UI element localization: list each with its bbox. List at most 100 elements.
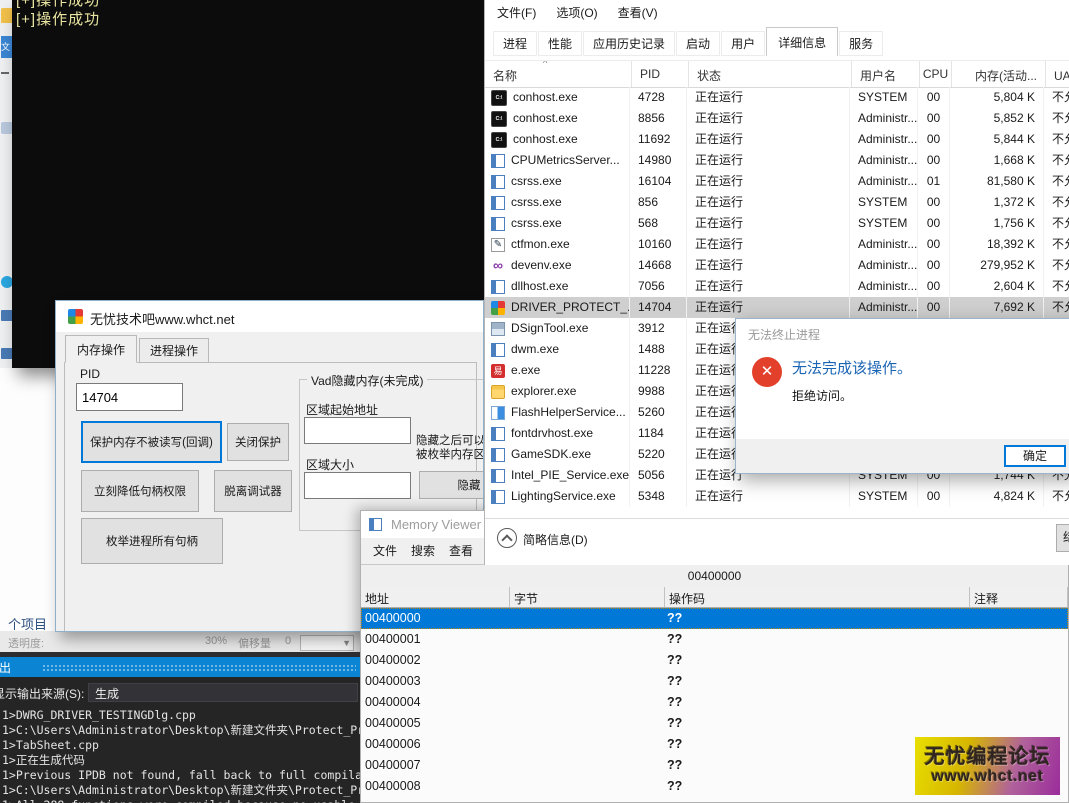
memory-row[interactable]: 00400005??	[361, 713, 1068, 734]
process-pid: 5220	[630, 444, 687, 465]
collapse-details-label[interactable]: 简略信息(D)	[523, 531, 588, 548]
memory-address: 00400001	[361, 629, 509, 650]
memory-opcode: ??	[663, 713, 967, 734]
detach-debugger-button[interactable]: 脱离调试器	[214, 470, 292, 512]
process-row[interactable]: C:\conhost.exe4728正在运行SYSTEM005,804 K不允许	[485, 87, 1069, 108]
offset-dropdown[interactable]: ▼	[300, 635, 354, 651]
window-icon	[491, 490, 505, 504]
column-header[interactable]: CPU	[920, 61, 952, 87]
tab-应用历史记录[interactable]: 应用历史记录	[583, 31, 675, 56]
ok-button[interactable]: 确定	[1004, 445, 1066, 467]
opacity-value: 30%	[205, 635, 227, 647]
region-start-input[interactable]	[304, 417, 411, 444]
memory-comment	[967, 629, 1068, 650]
memory-row[interactable]: 00400003??	[361, 671, 1068, 692]
memory-row[interactable]: 00400004??	[361, 692, 1068, 713]
process-uac: 不允许	[1044, 108, 1069, 129]
memory-address: 00400006	[361, 734, 509, 755]
protect-memory-button[interactable]: 保护内存不被读写(回调)	[81, 421, 222, 463]
enum-handles-button[interactable]: 枚举进程所有句柄	[81, 518, 223, 564]
close-protect-button[interactable]: 关闭保护	[227, 423, 289, 461]
process-row[interactable]: dllhost.exe7056正在运行Administr...002,604 K…	[485, 276, 1069, 297]
tab-内存操作[interactable]: 内存操作	[65, 335, 137, 363]
process-row[interactable]: csrss.exe16104正在运行Administr...0181,580 K…	[485, 171, 1069, 192]
console-icon: C:\	[491, 111, 507, 127]
column-header[interactable]: 操作码	[665, 587, 970, 607]
process-user: Administr...	[850, 171, 918, 192]
window-icon	[491, 217, 505, 231]
hide-note-line2: 被枚举内存区	[416, 446, 484, 462]
process-user: Administr...	[850, 276, 918, 297]
process-user: SYSTEM	[850, 486, 918, 507]
process-row[interactable]: csrss.exe856正在运行SYSTEM001,372 K不允许	[485, 192, 1069, 213]
offset-value: 0	[285, 635, 291, 647]
process-uac: 不允许	[1044, 255, 1069, 276]
column-header[interactable]: UAC 虚拟化	[1046, 61, 1069, 87]
process-status: 正在运行	[687, 108, 850, 129]
process-row[interactable]: C:\conhost.exe11692正在运行Administr...005,8…	[485, 129, 1069, 150]
menu-item[interactable]: 查看	[449, 538, 473, 562]
column-header[interactable]: 地址	[361, 587, 510, 607]
process-pid: 4728	[630, 87, 687, 108]
process-row[interactable]: ✎ctfmon.exe10160正在运行Administr...0018,392…	[485, 234, 1069, 255]
offset-label: 偏移量	[238, 635, 271, 651]
column-header[interactable]: PID	[632, 61, 689, 87]
menu-item[interactable]: 选项(O)	[556, 4, 597, 21]
memory-row[interactable]: 00400000??	[361, 608, 1068, 629]
address-bar[interactable]: 00400000	[361, 564, 1068, 588]
tab-用户[interactable]: 用户	[721, 31, 765, 56]
memory-row[interactable]: 00400001??	[361, 629, 1068, 650]
ctfmon-icon: ✎	[491, 238, 505, 252]
dialog-footer: 确定	[736, 439, 1069, 473]
process-row[interactable]: CPUMetricsServer...14980正在运行Administr...…	[485, 150, 1069, 171]
tab-启动[interactable]: 启动	[676, 31, 720, 56]
menu-item[interactable]: 搜索	[411, 538, 435, 562]
pid-input[interactable]	[76, 383, 183, 411]
column-header[interactable]: 内存(活动...	[952, 61, 1046, 87]
column-header[interactable]: 状态	[689, 61, 852, 87]
region-size-input[interactable]	[304, 472, 411, 499]
process-status: 正在运行	[687, 486, 850, 507]
tab-性能[interactable]: 性能	[538, 31, 582, 56]
memory-row[interactable]: 00400009??	[361, 797, 1068, 803]
hide-button[interactable]: 隐藏	[419, 471, 484, 499]
process-mem: 279,952 K	[950, 255, 1044, 276]
lower-handle-button[interactable]: 立刻降低句柄权限	[81, 470, 199, 512]
menu-item[interactable]: 文件	[373, 538, 397, 562]
build-output-log[interactable]: 1>DWRG_DRIVER_TESTINGDlg.cpp1>C:\Users\A…	[2, 708, 360, 803]
column-header[interactable]: 字节	[510, 587, 665, 607]
tool-window-titlebar[interactable]: 无忧技术吧www.whct.net	[56, 301, 483, 332]
end-task-button[interactable]: 结束任务	[1056, 524, 1069, 552]
collapse-details-icon[interactable]	[497, 528, 517, 548]
output-line: 1>正在生成代码	[2, 753, 360, 768]
process-row[interactable]: ∞devenv.exe14668正在运行Administr...00279,95…	[485, 255, 1069, 276]
output-source-combobox[interactable]: 生成	[88, 683, 358, 702]
memory-row[interactable]: 00400002??	[361, 650, 1068, 671]
tab-进程[interactable]: 进程	[493, 31, 537, 56]
process-row[interactable]: DRIVER_PROTECT_...14704正在运行Administr...0…	[485, 297, 1069, 318]
process-row[interactable]: csrss.exe568正在运行SYSTEM001,756 K不允许	[485, 213, 1069, 234]
menu-item[interactable]: 文件(F)	[497, 4, 536, 21]
tab-进程操作[interactable]: 进程操作	[139, 338, 209, 363]
tab-服务[interactable]: 服务	[839, 31, 883, 56]
process-pid: 8856	[630, 108, 687, 129]
process-status: 正在运行	[687, 150, 850, 171]
explorer-icon	[491, 385, 505, 399]
column-header[interactable]: 名称^	[485, 61, 632, 87]
column-header[interactable]: 注释	[970, 587, 1068, 607]
output-line: 1>All 288 functions were compiled becaus…	[2, 798, 360, 803]
window-icon	[491, 343, 505, 357]
process-mem: 5,804 K	[950, 87, 1044, 108]
memory-viewer-menubar: 文件搜索查看	[361, 538, 473, 562]
menu-item[interactable]: 查看(V)	[618, 4, 658, 21]
output-titlebar[interactable]: 输出	[0, 657, 360, 677]
process-cpu: 00	[918, 486, 950, 507]
column-header[interactable]: 用户名	[852, 61, 920, 87]
process-status: 正在运行	[687, 129, 850, 150]
window-icon	[491, 280, 505, 294]
watermark-line1: 无忧编程论坛	[915, 740, 1060, 769]
process-row[interactable]: LightingService.exe5348正在运行SYSTEM004,824…	[485, 486, 1069, 507]
process-row[interactable]: C:\conhost.exe8856正在运行Administr...005,85…	[485, 108, 1069, 129]
tab-详细信息[interactable]: 详细信息	[766, 27, 838, 56]
process-mem: 5,844 K	[950, 129, 1044, 150]
